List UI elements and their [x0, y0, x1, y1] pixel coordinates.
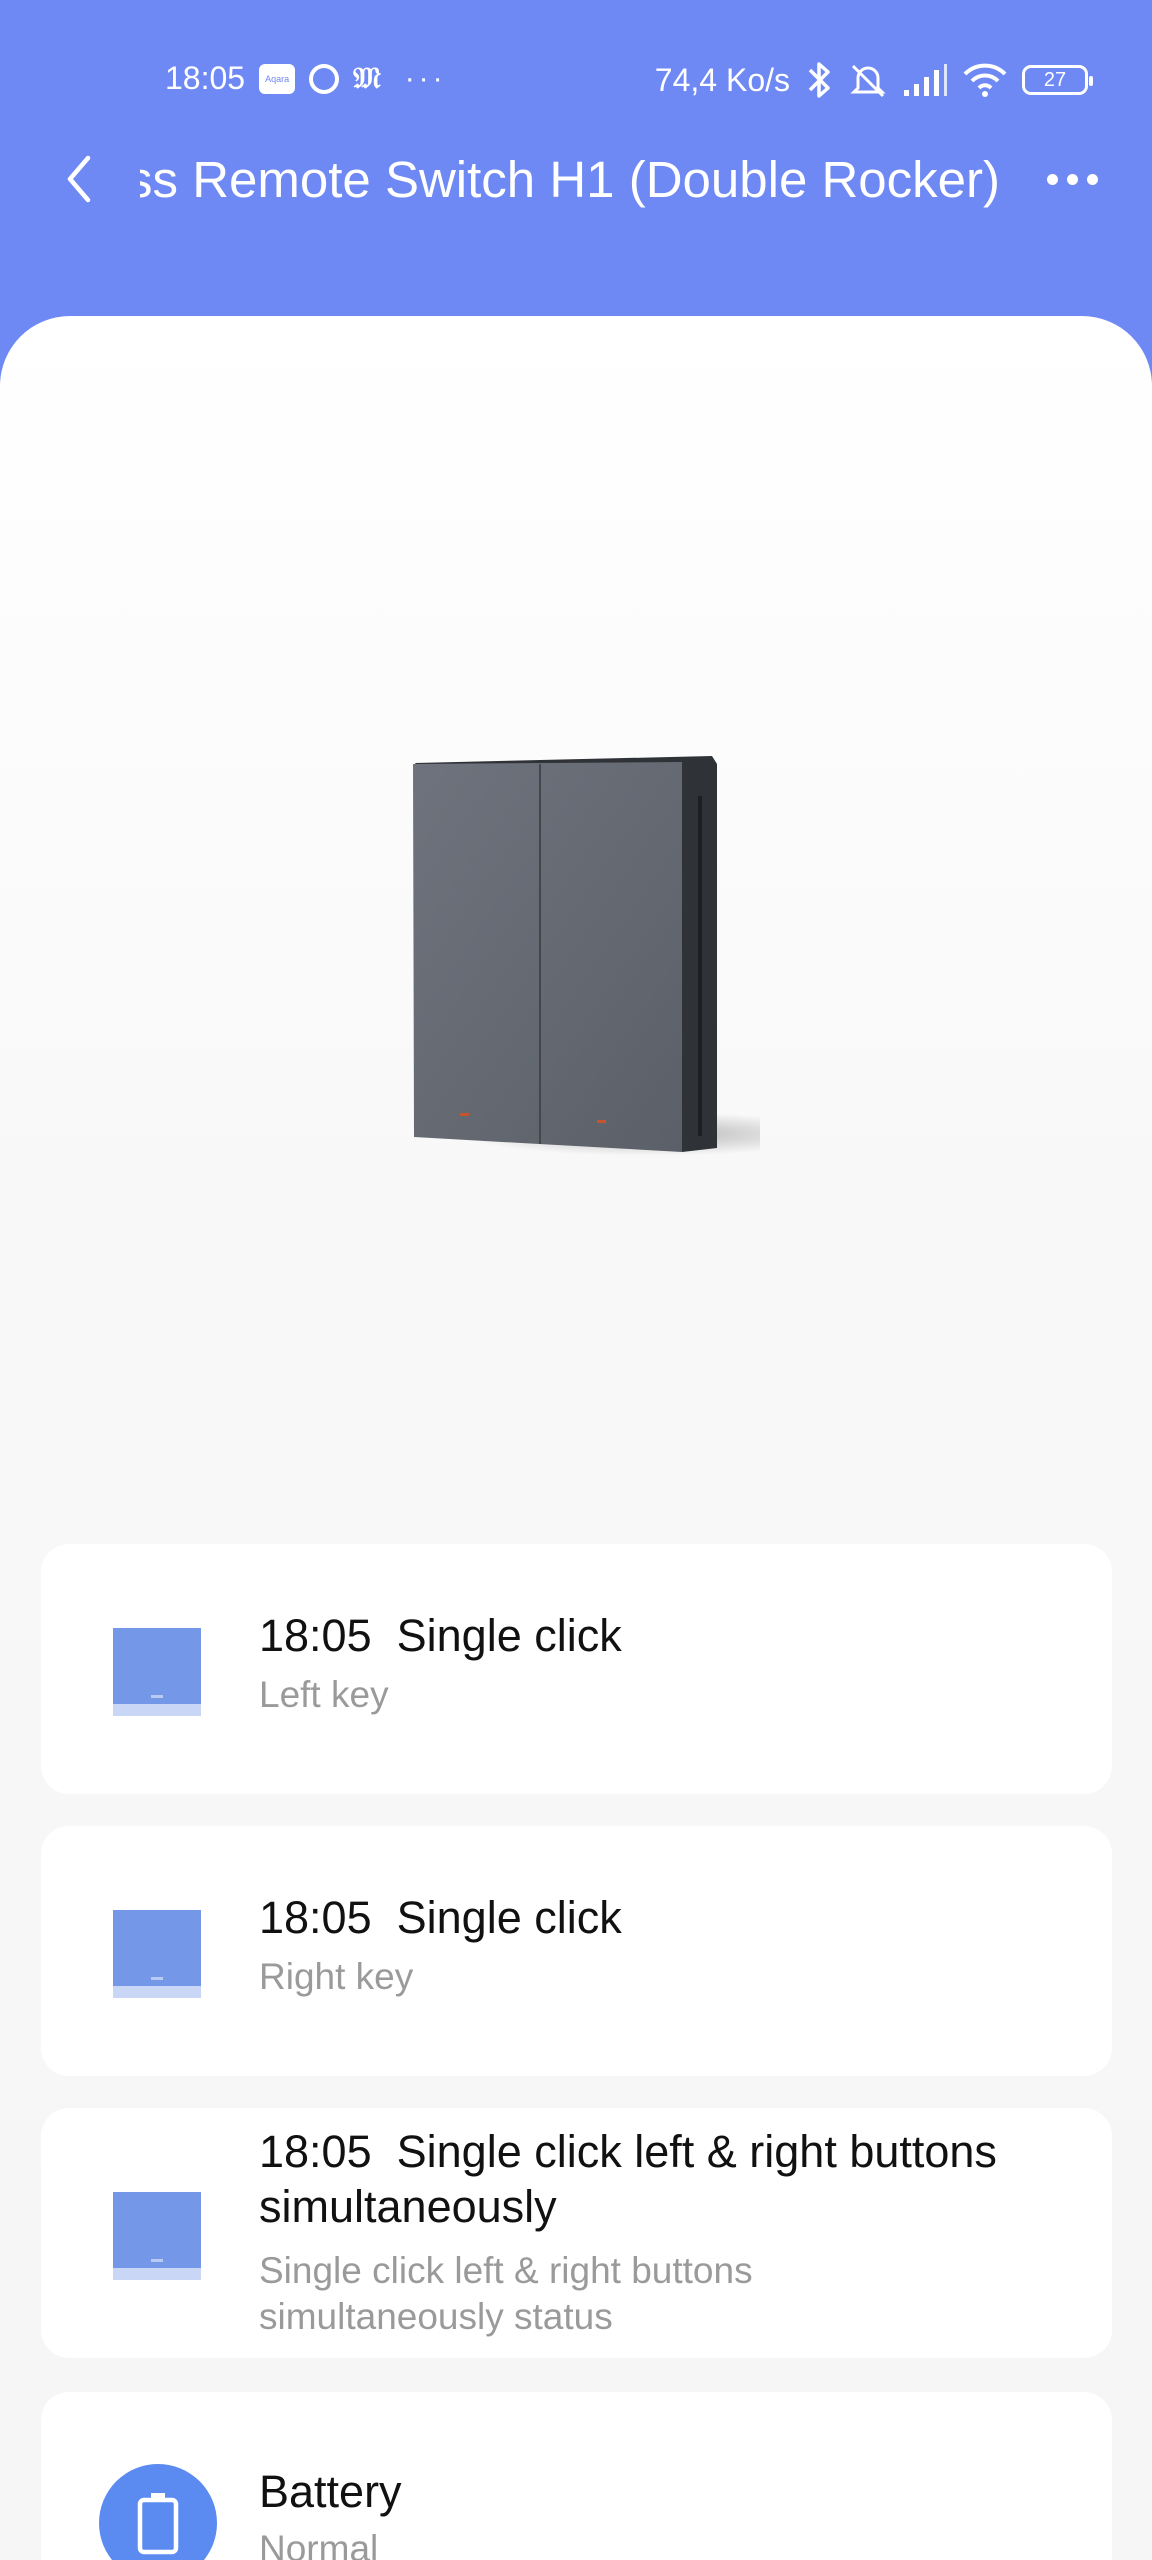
page-title-text: ss Remote Switch H1 (Double Rocker) — [140, 151, 1000, 208]
wifi-icon — [963, 63, 1007, 97]
event-title: 18:05 Single click left & right buttons … — [259, 2124, 1079, 2234]
event-time: 18:05 — [259, 2126, 372, 2177]
status-bar-left: 18:05 Aqara 𝔐 ··· — [165, 60, 447, 97]
more-dot — [1046, 173, 1058, 185]
bluetooth-icon — [808, 62, 830, 98]
battery-glyph-icon — [137, 2493, 179, 2555]
more-dot — [1086, 173, 1098, 185]
event-time: 18:05 — [259, 1892, 372, 1943]
circle-icon — [309, 63, 340, 94]
event-time: 18:05 — [259, 1610, 372, 1661]
event-action: Single click — [396, 1892, 622, 1943]
switch-icon — [113, 2192, 201, 2280]
signal-icon — [904, 64, 947, 96]
more-notifications-icon: ··· — [404, 61, 447, 95]
aqara-app-icon: Aqara — [259, 63, 296, 94]
chevron-left-icon — [67, 155, 91, 203]
content-sheet: 18:05 Single click Left key 18:05 Single… — [0, 316, 1152, 2560]
event-title: 18:05 Single click — [259, 1890, 622, 1945]
app-header: ss Remote Switch H1 (Double Rocker) — [0, 130, 1152, 230]
event-card[interactable]: 18:05 Single click left & right buttons … — [41, 2108, 1112, 2358]
switch-icon — [113, 1628, 201, 1716]
event-detail: Right key — [259, 1956, 414, 1997]
battery-card[interactable]: Battery Normal — [41, 2392, 1112, 2560]
back-button[interactable] — [44, 144, 114, 214]
event-card[interactable]: 18:05 Single click Left key — [41, 1544, 1112, 1794]
event-card[interactable]: 18:05 Single click Right key — [41, 1826, 1112, 2076]
battery-icon — [99, 2464, 217, 2560]
m-notification-icon: 𝔐 — [353, 61, 381, 96]
network-speed: 74,4 Ko/s — [654, 61, 790, 98]
event-detail: Single click left & right buttons simult… — [259, 2250, 753, 2337]
event-title: 18:05 Single click — [259, 1608, 622, 1663]
page-title: ss Remote Switch H1 (Double Rocker) — [140, 148, 1000, 212]
mute-bell-icon — [850, 64, 886, 98]
status-bar-right: 74,4 Ko/s 27 — [654, 60, 1093, 100]
battery-status-icon: 27 — [1022, 65, 1093, 95]
more-options-button[interactable] — [1032, 144, 1112, 214]
device-image — [413, 756, 760, 1156]
battery-label: Battery — [259, 2466, 402, 2517]
status-time: 18:05 — [165, 60, 246, 96]
switch-icon — [113, 1910, 201, 1998]
event-action: Single click — [396, 1610, 622, 1661]
battery-status: Normal — [259, 2528, 379, 2560]
event-detail: Left key — [259, 1674, 389, 1715]
more-dot — [1066, 173, 1078, 185]
